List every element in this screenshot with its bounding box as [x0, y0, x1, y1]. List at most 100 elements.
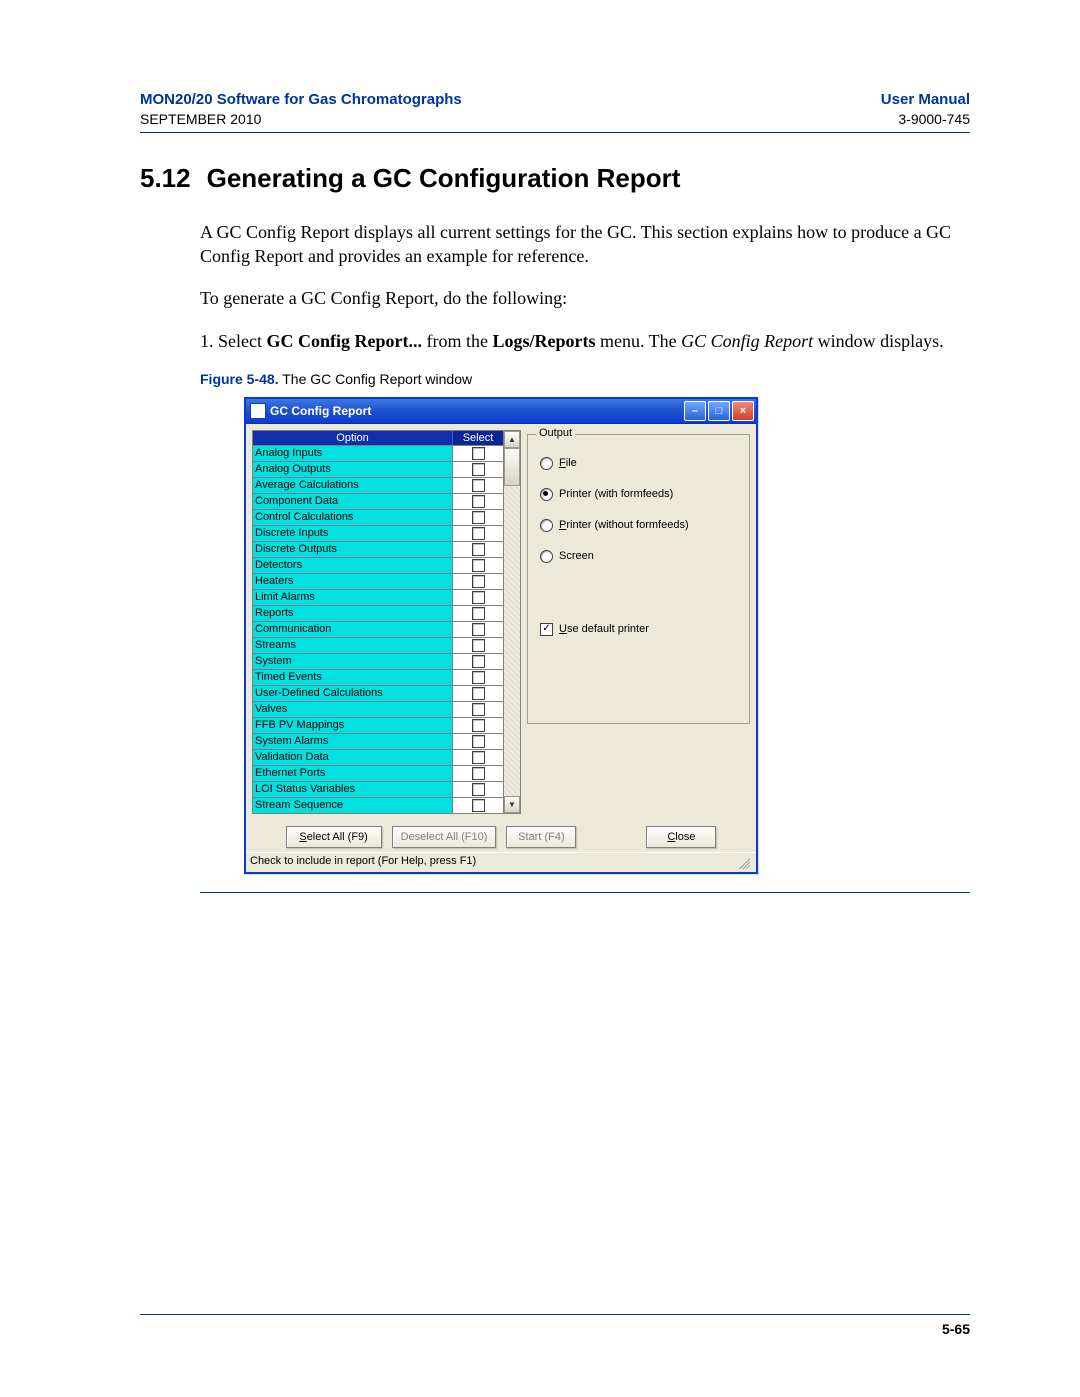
radio-icon[interactable] — [540, 550, 553, 563]
scroll-up-icon[interactable]: ▲ — [504, 431, 520, 448]
step-num: 1. — [200, 331, 214, 351]
table-row[interactable]: Validation Data — [253, 749, 503, 765]
select-cell[interactable] — [453, 542, 503, 557]
checkbox-icon[interactable] — [472, 783, 485, 796]
select-cell[interactable] — [453, 606, 503, 621]
table-row[interactable]: Analog Outputs — [253, 461, 503, 477]
checkbox-icon[interactable] — [472, 799, 485, 812]
checkbox-icon[interactable] — [472, 751, 485, 764]
checkbox-icon[interactable] — [472, 735, 485, 748]
checkbox-icon[interactable] — [472, 687, 485, 700]
select-cell[interactable] — [453, 750, 503, 765]
option-cell: System Alarms — [253, 734, 453, 749]
table-row[interactable]: LOI Status Variables — [253, 781, 503, 797]
radio-file[interactable]: File — [540, 457, 741, 470]
table-row[interactable]: Reports — [253, 605, 503, 621]
select-cell[interactable] — [453, 558, 503, 573]
table-row[interactable]: Control Calculations — [253, 509, 503, 525]
select-cell[interactable] — [453, 782, 503, 797]
select-all-button[interactable]: Select All (F9) — [286, 826, 382, 848]
select-cell[interactable] — [453, 446, 503, 461]
checkbox-icon[interactable] — [472, 575, 485, 588]
checkbox-icon[interactable] — [472, 703, 485, 716]
radio-printer-noff[interactable]: Printer (without formfeeds) — [540, 519, 741, 532]
select-cell[interactable] — [453, 718, 503, 733]
table-row[interactable]: Timed Events — [253, 669, 503, 685]
select-cell[interactable] — [453, 638, 503, 653]
options-grid[interactable]: Option Select Analog InputsAnalog Output… — [252, 430, 504, 814]
close-button[interactable]: Close — [646, 826, 716, 848]
checkbox-icon[interactable] — [472, 639, 485, 652]
select-cell[interactable] — [453, 590, 503, 605]
step-text-pre: Select — [218, 331, 266, 351]
select-cell[interactable] — [453, 526, 503, 541]
checkbox-icon[interactable] — [472, 607, 485, 620]
checkbox-icon[interactable]: ✓ — [540, 623, 553, 636]
checkbox-icon[interactable] — [472, 543, 485, 556]
checkbox-icon[interactable] — [472, 767, 485, 780]
select-cell[interactable] — [453, 702, 503, 717]
checkbox-icon[interactable] — [472, 527, 485, 540]
table-row[interactable]: Streams — [253, 637, 503, 653]
table-row[interactable]: User-Defined Calculations — [253, 685, 503, 701]
select-cell[interactable] — [453, 510, 503, 525]
close-icon[interactable]: × — [732, 401, 754, 421]
table-row[interactable]: System — [253, 653, 503, 669]
radio-screen[interactable]: Screen — [540, 550, 741, 563]
select-cell[interactable] — [453, 622, 503, 637]
table-row[interactable]: FFB PV Mappings — [253, 717, 503, 733]
deselect-all-button[interactable]: Deselect All (F10) — [392, 826, 497, 848]
select-cell[interactable] — [453, 766, 503, 781]
table-row[interactable]: Discrete Inputs — [253, 525, 503, 541]
radio-icon[interactable] — [540, 519, 553, 532]
dialog-titlebar[interactable]: GC Config Report – □ × — [246, 399, 756, 424]
checkbox-icon[interactable] — [472, 495, 485, 508]
table-row[interactable]: Heaters — [253, 573, 503, 589]
select-cell[interactable] — [453, 734, 503, 749]
minimize-button[interactable]: – — [684, 401, 706, 421]
table-row[interactable]: Limit Alarms — [253, 589, 503, 605]
table-row[interactable]: Detectors — [253, 557, 503, 573]
table-row[interactable]: Stream Sequence — [253, 797, 503, 813]
table-row[interactable]: Component Data — [253, 493, 503, 509]
checkbox-icon[interactable] — [472, 591, 485, 604]
scroll-down-icon[interactable]: ▼ — [504, 796, 520, 813]
use-default-printer[interactable]: ✓ Use default printer — [540, 623, 741, 636]
checkbox-icon[interactable] — [472, 719, 485, 732]
checkbox-icon[interactable] — [472, 655, 485, 668]
page-number: 5-65 — [140, 1321, 970, 1337]
table-row[interactable]: Discrete Outputs — [253, 541, 503, 557]
table-row[interactable]: Valves — [253, 701, 503, 717]
checkbox-icon[interactable] — [472, 671, 485, 684]
table-row[interactable]: Analog Inputs — [253, 445, 503, 461]
select-cell[interactable] — [453, 494, 503, 509]
select-cell[interactable] — [453, 798, 503, 813]
select-cell[interactable] — [453, 686, 503, 701]
radio-icon[interactable] — [540, 488, 553, 501]
checkbox-icon[interactable] — [472, 447, 485, 460]
scroll-track[interactable] — [504, 448, 520, 796]
select-cell[interactable] — [453, 462, 503, 477]
table-row[interactable]: Communication — [253, 621, 503, 637]
table-row[interactable]: Average Calculations — [253, 477, 503, 493]
grid-scrollbar[interactable]: ▲ ▼ — [504, 430, 521, 814]
radio-icon[interactable] — [540, 457, 553, 470]
select-cell[interactable] — [453, 670, 503, 685]
checkbox-icon[interactable] — [472, 623, 485, 636]
checkbox-icon[interactable] — [472, 463, 485, 476]
radio-printer-ff[interactable]: Printer (with formfeeds) — [540, 488, 741, 501]
start-button[interactable]: Start (F4) — [506, 826, 576, 848]
select-cell[interactable] — [453, 654, 503, 669]
checkbox-icon[interactable] — [472, 511, 485, 524]
checkbox-icon[interactable] — [472, 559, 485, 572]
checkbox-icon[interactable] — [472, 479, 485, 492]
step-window-name: GC Config Report — [681, 331, 813, 351]
scroll-thumb[interactable] — [504, 448, 520, 486]
maximize-button[interactable]: □ — [708, 401, 730, 421]
select-cell[interactable] — [453, 478, 503, 493]
figure-separator — [200, 892, 970, 893]
table-row[interactable]: System Alarms — [253, 733, 503, 749]
resize-grip-icon[interactable] — [736, 855, 750, 869]
table-row[interactable]: Ethernet Ports — [253, 765, 503, 781]
select-cell[interactable] — [453, 574, 503, 589]
